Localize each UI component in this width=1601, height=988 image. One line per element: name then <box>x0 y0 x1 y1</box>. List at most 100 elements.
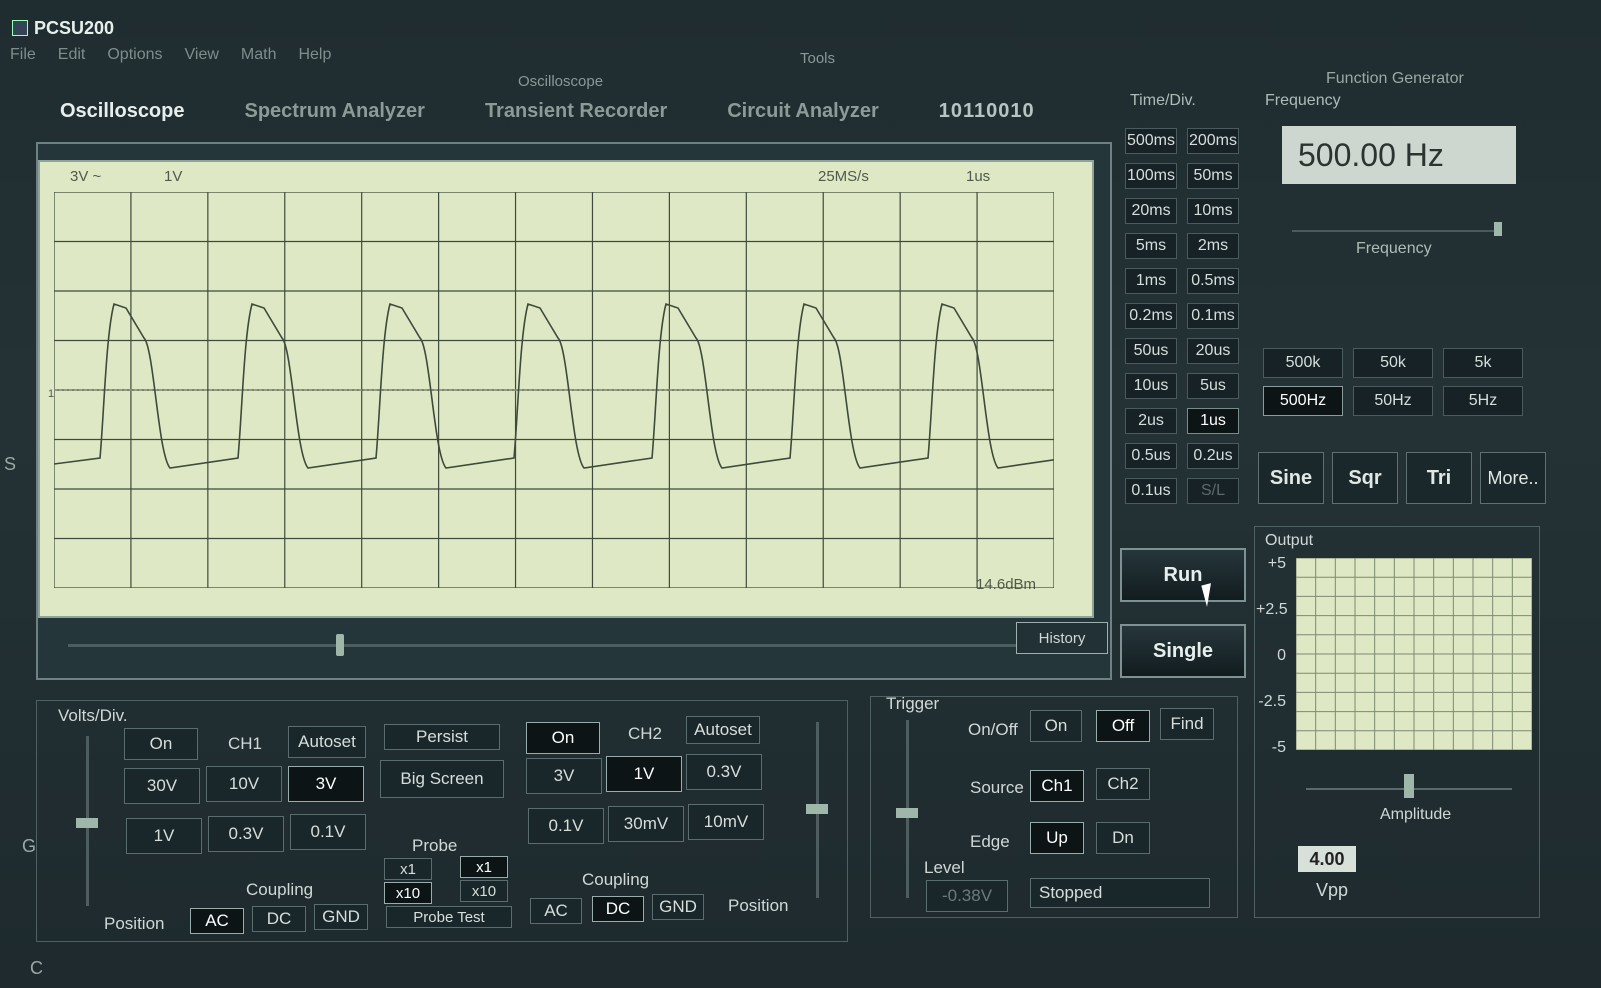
ch2-coupling-dc[interactable]: DC <box>592 896 644 922</box>
trigger-source-ch1[interactable]: Ch1 <box>1030 770 1084 802</box>
timediv-500ms[interactable]: 500ms <box>1125 128 1177 154</box>
history-scroll-track[interactable] <box>68 644 1018 647</box>
ch2-range-10mv[interactable]: 10mV <box>688 804 764 840</box>
trigger-edge-up[interactable]: Up <box>1030 822 1084 854</box>
scope-grid <box>54 192 1054 588</box>
ch1-probe-x10[interactable]: x10 <box>384 882 432 904</box>
ch2-range-1v[interactable]: 1V <box>606 756 682 792</box>
menu-edit[interactable]: Edit <box>58 46 86 64</box>
ch1-probe-x1[interactable]: x1 <box>384 858 432 880</box>
persist-button[interactable]: Persist <box>384 724 500 750</box>
timediv-10ms[interactable]: 10ms <box>1187 198 1239 224</box>
ch2-range-3v[interactable]: 3V <box>526 758 602 794</box>
ch1-on-button[interactable]: On <box>124 728 198 760</box>
tab-oscilloscope[interactable]: Oscilloscope <box>60 100 185 123</box>
more-waveforms-button[interactable]: More.. <box>1480 452 1546 504</box>
history-button[interactable]: History <box>1016 622 1108 654</box>
ch2-range-0.3v[interactable]: 0.3V <box>686 754 762 790</box>
timediv-5us[interactable]: 5us <box>1187 373 1239 399</box>
square-button[interactable]: Sqr <box>1332 452 1398 504</box>
ch1-coupling-dc[interactable]: DC <box>252 906 306 932</box>
timediv-50ms[interactable]: 50ms <box>1187 163 1239 189</box>
trigger-level-handle[interactable] <box>896 808 918 818</box>
ch1-range-30v[interactable]: 30V <box>124 768 200 804</box>
ch2-probe-x1[interactable]: x1 <box>460 856 508 878</box>
menu-help[interactable]: Help <box>298 46 331 64</box>
timediv-20us[interactable]: 20us <box>1187 338 1239 364</box>
ch2-range-30mv[interactable]: 30mV <box>608 806 684 842</box>
ch2-autoset-button[interactable]: Autoset <box>686 716 760 744</box>
ch1-position-handle[interactable] <box>76 818 98 828</box>
ch2-label: CH2 <box>628 724 663 743</box>
menu-file[interactable]: File <box>10 46 36 64</box>
tab-transient-recorder[interactable]: Transient Recorder <box>485 100 667 123</box>
ch1-range-1v[interactable]: 1V <box>126 818 202 854</box>
timediv-0_1us[interactable]: 0.1us <box>1125 478 1177 504</box>
timediv-0_5us[interactable]: 0.5us <box>1125 443 1177 469</box>
ch2-probe-x10[interactable]: x10 <box>460 880 508 902</box>
timediv-50us[interactable]: 50us <box>1125 338 1177 364</box>
amplitude-slider-handle[interactable] <box>1404 774 1414 798</box>
timediv-2ms[interactable]: 2ms <box>1187 233 1239 259</box>
ch2-coupling-gnd[interactable]: GND <box>652 894 704 920</box>
timediv-1ms[interactable]: 1ms <box>1125 268 1177 294</box>
ch1-range-0.1v[interactable]: 0.1V <box>290 814 366 850</box>
timediv-200ms[interactable]: 200ms <box>1187 128 1239 154</box>
single-button[interactable]: Single <box>1120 624 1246 678</box>
menu-view[interactable]: View <box>185 46 219 64</box>
fg-range-50k[interactable]: 50k <box>1353 348 1433 378</box>
tab-circuit-analyzer[interactable]: Circuit Analyzer <box>727 100 879 123</box>
timediv-2us[interactable]: 2us <box>1125 408 1177 434</box>
tools-group-label: Tools <box>800 50 836 67</box>
frequency-slider-handle[interactable] <box>1494 222 1502 236</box>
output-tick: +2.5 <box>1256 601 1288 618</box>
timediv-0_5ms[interactable]: 0.5ms <box>1187 268 1239 294</box>
ch1-range-0.3v[interactable]: 0.3V <box>208 816 284 852</box>
fg-range-500k[interactable]: 500k <box>1263 348 1343 378</box>
sine-button[interactable]: Sine <box>1258 452 1324 504</box>
timediv-s-l[interactable]: S/L <box>1187 478 1239 504</box>
trigger-off-button[interactable]: Off <box>1096 710 1150 742</box>
ch2-range-0.1v[interactable]: 0.1V <box>528 808 604 844</box>
big-screen-button[interactable]: Big Screen <box>380 760 504 798</box>
frequency-slider-track[interactable] <box>1292 230 1502 232</box>
timediv-0_1ms[interactable]: 0.1ms <box>1187 303 1239 329</box>
trigger-on-button[interactable]: On <box>1030 710 1082 742</box>
ch1-coupling-gnd[interactable]: GND <box>314 904 368 930</box>
ch1-range-10v[interactable]: 10V <box>206 766 282 802</box>
probe-test-button[interactable]: Probe Test <box>386 906 512 928</box>
fg-range-500hz[interactable]: 500Hz <box>1263 386 1343 416</box>
ch1-position-label: Position <box>104 914 165 933</box>
run-button[interactable]: Run <box>1120 548 1246 602</box>
timediv-0_2ms[interactable]: 0.2ms <box>1125 303 1177 329</box>
triangle-button[interactable]: Tri <box>1406 452 1472 504</box>
timediv-1us[interactable]: 1us <box>1187 408 1239 434</box>
title-bar: PCSU200 <box>0 10 1580 46</box>
ch1-autoset-button[interactable]: Autoset <box>288 726 366 758</box>
ch2-position-handle[interactable] <box>806 804 828 814</box>
trigger-find-button[interactable]: Find <box>1160 708 1214 740</box>
trigger-edge-down[interactable]: Dn <box>1096 822 1150 854</box>
fg-range-5hz[interactable]: 5Hz <box>1443 386 1523 416</box>
scope-screen: 3V ~ 1V 25MS/s 1us 1 14.6dBm <box>38 160 1094 618</box>
ch2-coupling-ac[interactable]: AC <box>530 898 582 924</box>
amplitude-value[interactable]: 4.00 <box>1298 846 1356 872</box>
timediv-10us[interactable]: 10us <box>1125 373 1177 399</box>
fg-range-5k[interactable]: 5k <box>1443 348 1523 378</box>
fg-range-50hz[interactable]: 50Hz <box>1353 386 1433 416</box>
frequency-slider-label: Frequency <box>1356 240 1432 257</box>
menu-options[interactable]: Options <box>107 46 162 64</box>
menu-math[interactable]: Math <box>241 46 277 64</box>
ch1-range-3v[interactable]: 3V <box>288 766 364 802</box>
trigger-source-ch2[interactable]: Ch2 <box>1096 768 1150 800</box>
ch1-coupling-ac[interactable]: AC <box>190 908 244 934</box>
history-scroll-handle[interactable] <box>336 634 344 656</box>
ch1-label: CH1 <box>228 734 263 753</box>
timediv-20ms[interactable]: 20ms <box>1125 198 1177 224</box>
tab-spectrum-analyzer[interactable]: Spectrum Analyzer <box>245 100 425 123</box>
ch2-on-button[interactable]: On <box>526 722 600 754</box>
app-window: PCSU200 File Edit Options View Math Help… <box>0 0 1601 988</box>
timediv-100ms[interactable]: 100ms <box>1125 163 1177 189</box>
timediv-5ms[interactable]: 5ms <box>1125 233 1177 259</box>
timediv-0_2us[interactable]: 0.2us <box>1187 443 1239 469</box>
